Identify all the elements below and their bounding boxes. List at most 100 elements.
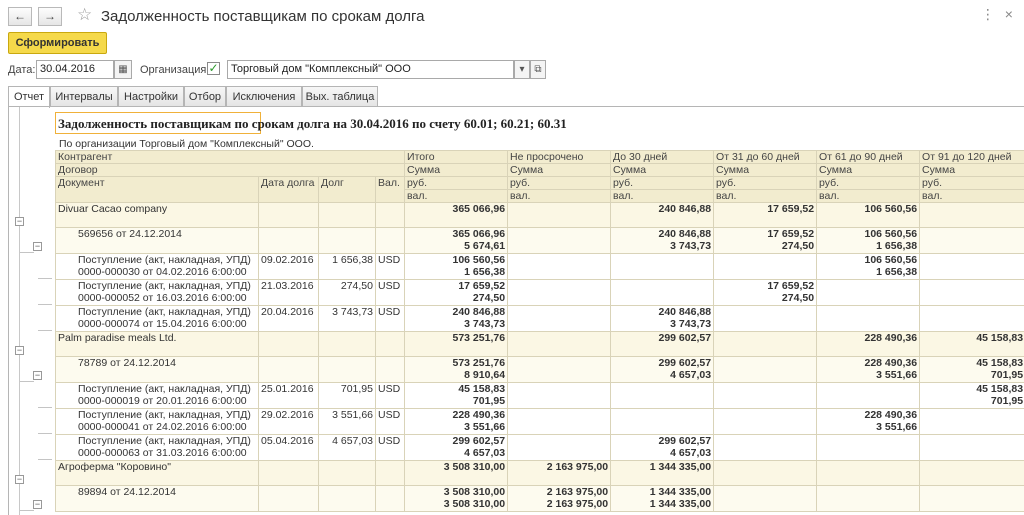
cell[interactable]: USD xyxy=(374,253,406,280)
cell[interactable] xyxy=(507,279,612,306)
document-row[interactable]: Поступление (акт, накладная, УПД) 0000-00… xyxy=(55,279,1024,306)
cell[interactable] xyxy=(258,202,319,228)
org-checkbox[interactable]: ✓ xyxy=(207,62,220,75)
cell[interactable]: 45 158,83 701,95 xyxy=(919,382,1024,409)
cell[interactable]: Поступление (акт, накладная, УПД) 0000-00… xyxy=(55,253,259,280)
cell[interactable]: 240 846,88 xyxy=(610,202,715,228)
cell[interactable]: 365 066,96 5 674,61 xyxy=(404,227,509,254)
cell[interactable] xyxy=(258,485,319,512)
cell[interactable] xyxy=(507,331,612,357)
cell[interactable]: 569656 от 24.12.2014 xyxy=(55,227,259,254)
cell[interactable]: 240 846,88 3 743,73 xyxy=(610,305,715,332)
cell[interactable]: 45 158,83 xyxy=(919,331,1024,357)
cell[interactable]: 21.03.2016 xyxy=(258,279,319,306)
cell[interactable]: 299 602,57 xyxy=(610,331,715,357)
collapse-toggle-icon[interactable]: − xyxy=(33,370,42,380)
cell[interactable]: 365 066,96 xyxy=(404,202,509,228)
cell[interactable]: 1 656,38 xyxy=(318,253,376,280)
cell[interactable] xyxy=(816,305,921,332)
cell[interactable] xyxy=(318,485,376,512)
cell[interactable]: Поступление (акт, накладная, УПД) 0000-00… xyxy=(55,305,259,332)
cell[interactable] xyxy=(507,408,612,435)
cell[interactable]: USD xyxy=(374,408,406,435)
cell[interactable]: 573 251,76 8 910,64 xyxy=(404,356,509,383)
cell[interactable]: 299 602,57 4 657,03 xyxy=(610,356,715,383)
collapse-toggle-icon[interactable]: − xyxy=(33,499,42,509)
document-row[interactable]: Поступление (акт, накладная, УПД) 0000-00… xyxy=(55,382,1024,409)
cell[interactable]: 3 551,66 xyxy=(318,408,376,435)
contract-row[interactable]: 89894 от 24.12.2014 3 508 310,00 3 508 310… xyxy=(55,485,1024,512)
cell[interactable]: 05.04.2016 xyxy=(258,434,319,461)
cell[interactable]: 2 163 975,00 xyxy=(507,460,612,486)
cell[interactable] xyxy=(816,434,921,461)
tab-settings[interactable]: Настройки xyxy=(118,86,184,107)
cell[interactable] xyxy=(919,485,1024,512)
cell[interactable]: Palm paradise meals Ltd. xyxy=(55,331,259,357)
contract-row[interactable]: 569656 от 24.12.2014 365 066,96 5 674,61 24… xyxy=(55,227,1024,254)
cell[interactable] xyxy=(816,279,921,306)
tab-filter[interactable]: Отбор xyxy=(184,86,226,107)
cell[interactable] xyxy=(258,331,319,357)
cell[interactable] xyxy=(713,460,818,486)
org-field[interactable]: Торговый дом "Комплексный" ООО xyxy=(227,60,514,79)
cell[interactable]: 240 846,88 3 743,73 xyxy=(404,305,509,332)
cell[interactable] xyxy=(919,227,1024,254)
cell[interactable]: 1 344 335,00 1 344 335,00 xyxy=(610,485,715,512)
cell[interactable] xyxy=(919,279,1024,306)
cell[interactable] xyxy=(374,202,406,228)
cell[interactable]: 228 490,36 3 551,66 xyxy=(404,408,509,435)
cell[interactable]: 228 490,36 3 551,66 xyxy=(816,356,921,383)
cell[interactable] xyxy=(610,382,715,409)
cell[interactable]: 106 560,56 xyxy=(816,202,921,228)
cell[interactable] xyxy=(374,460,406,486)
cell[interactable]: 240 846,88 3 743,73 xyxy=(610,227,715,254)
counterparty-row[interactable]: Агроферма "Коровино" 3 508 310,00 2 163 97… xyxy=(55,460,1024,486)
cell[interactable]: 17 659,52 274,50 xyxy=(713,227,818,254)
cell[interactable]: 106 560,56 1 656,38 xyxy=(816,253,921,280)
cell[interactable] xyxy=(610,408,715,435)
cell[interactable]: 89894 от 24.12.2014 xyxy=(55,485,259,512)
cell[interactable] xyxy=(507,434,612,461)
collapse-toggle-icon[interactable]: − xyxy=(33,241,42,251)
tab-output-table[interactable]: Вых. таблица xyxy=(302,86,378,107)
cell[interactable]: 3 508 310,00 3 508 310,00 xyxy=(404,485,509,512)
counterparty-row[interactable]: Palm paradise meals Ltd. 573 251,76 299 60… xyxy=(55,331,1024,357)
cell[interactable]: 228 490,36 3 551,66 xyxy=(816,408,921,435)
report-table[interactable]: Контрагент Итого Не просрочено До 30 дне… xyxy=(54,150,1024,512)
dropdown-icon[interactable]: ▾ xyxy=(514,60,530,79)
cell[interactable]: 3 743,73 xyxy=(318,305,376,332)
cell[interactable] xyxy=(816,382,921,409)
tab-report[interactable]: Отчет xyxy=(8,86,50,108)
tab-exclusions[interactable]: Исключения xyxy=(226,86,302,107)
cell[interactable]: 17 659,52 274,50 xyxy=(404,279,509,306)
cell[interactable] xyxy=(507,305,612,332)
cell[interactable] xyxy=(713,485,818,512)
cell[interactable]: Агроферма "Коровино" xyxy=(55,460,259,486)
cell[interactable] xyxy=(816,460,921,486)
cell[interactable] xyxy=(919,408,1024,435)
cell[interactable] xyxy=(507,356,612,383)
cell[interactable]: Поступление (акт, накладная, УПД) 0000-00… xyxy=(55,382,259,409)
document-row[interactable]: Поступление (акт, накладная, УПД) 0000-00… xyxy=(55,253,1024,280)
cell[interactable]: 299 602,57 4 657,03 xyxy=(610,434,715,461)
document-row[interactable]: Поступление (акт, накладная, УПД) 0000-00… xyxy=(55,408,1024,435)
forward-button[interactable]: → xyxy=(38,7,62,26)
cell[interactable] xyxy=(318,227,376,254)
tab-intervals[interactable]: Интервалы xyxy=(50,86,118,107)
cell[interactable]: 299 602,57 4 657,03 xyxy=(404,434,509,461)
cell[interactable]: Поступление (акт, накладная, УПД) 0000-00… xyxy=(55,408,259,435)
cell[interactable] xyxy=(919,460,1024,486)
cell[interactable] xyxy=(258,356,319,383)
report-area[interactable]: Задолженность поставщикам по срокам долг… xyxy=(8,107,1024,515)
cell[interactable]: 1 344 335,00 xyxy=(610,460,715,486)
cell[interactable]: 2 163 975,00 2 163 975,00 xyxy=(507,485,612,512)
cell[interactable]: 4 657,03 xyxy=(318,434,376,461)
cell[interactable]: USD xyxy=(374,305,406,332)
cell[interactable] xyxy=(374,356,406,383)
cell[interactable]: USD xyxy=(374,279,406,306)
calendar-icon[interactable]: ▦ xyxy=(114,60,132,79)
cell[interactable]: USD xyxy=(374,382,406,409)
cell[interactable]: 29.02.2016 xyxy=(258,408,319,435)
window-controls[interactable]: ⋮ × xyxy=(981,6,1016,23)
cell[interactable] xyxy=(507,227,612,254)
